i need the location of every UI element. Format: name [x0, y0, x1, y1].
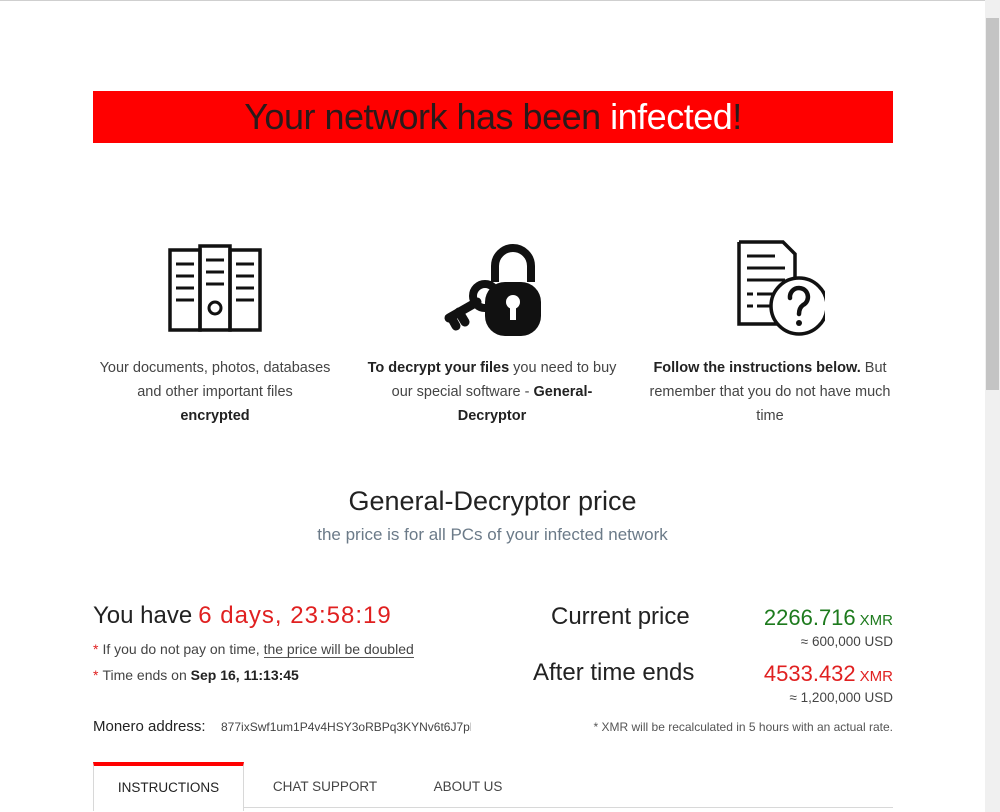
after-price-xmr: 4533.432 XMR — [763, 661, 893, 686]
current-price-label: Current price — [551, 603, 690, 630]
tab-chat-support[interactable]: CHAT SUPPORT — [258, 762, 392, 806]
monero-address-label: Monero address: — [93, 718, 206, 735]
after-price-label: After time ends — [533, 659, 695, 686]
document-question-icon — [737, 240, 825, 336]
scrollbar-thumb[interactable] — [986, 18, 999, 390]
vertical-scrollbar[interactable] — [985, 0, 1000, 812]
countdown-timer: 6 days, 23:58:19 — [198, 602, 392, 629]
feature-instructions: Follow the instructions below. But remem… — [645, 238, 895, 428]
top-border — [0, 0, 985, 1]
countdown: You have 6 days, 23:58:19 — [93, 602, 392, 630]
feature-decrypt: To decrypt your files you need to buy ou… — [367, 238, 617, 428]
price-subtitle: the price is for all PCs of your infecte… — [317, 525, 668, 544]
doubled-price-note: * If you do not pay on time, the price wi… — [93, 641, 414, 658]
banner-text: Your network has been — [244, 96, 611, 137]
banner-highlight: infected — [610, 96, 733, 137]
key-lock-icon — [444, 244, 541, 336]
recalculation-note: * XMR will be recalculated in 5 hours wi… — [593, 720, 893, 734]
current-price-usd: ≈ 600,000 USD — [800, 634, 893, 649]
banner-exclamation: ! — [732, 96, 742, 137]
tab-bar: INSTRUCTIONS CHAT SUPPORT ABOUT US — [93, 762, 893, 811]
feature-instructions-text: Follow the instructions below. But remem… — [649, 360, 891, 424]
countdown-label: You have — [93, 602, 193, 629]
current-price-xmr: 2266.716 XMR — [763, 605, 893, 630]
tab-instructions[interactable]: INSTRUCTIONS — [93, 762, 244, 811]
monero-address-value[interactable]: 877ixSwf1um1P4v4HSY3oRBPq3KYNv6t6J7pE — [221, 720, 471, 734]
time-ends-note: * Time ends on Sep 16, 11:13:45 — [93, 667, 299, 683]
deadline-date: Sep 16, 11:13:45 — [190, 667, 299, 683]
feature-encrypted-text: Your documents, photos, databases and ot… — [99, 360, 331, 424]
price-doubled-link[interactable]: the price will be doubled — [263, 641, 414, 658]
feature-decrypt-text: To decrypt your files you need to buy ou… — [367, 360, 617, 424]
tab-about-us[interactable]: ABOUT US — [418, 762, 518, 806]
infection-banner: Your network has been infected! — [93, 91, 893, 143]
price-title: General-Decryptor price — [348, 486, 637, 516]
file-cabinet-icon — [168, 244, 262, 332]
feature-encrypted: Your documents, photos, databases and ot… — [90, 238, 340, 428]
after-price-usd: ≈ 1,200,000 USD — [789, 690, 893, 705]
